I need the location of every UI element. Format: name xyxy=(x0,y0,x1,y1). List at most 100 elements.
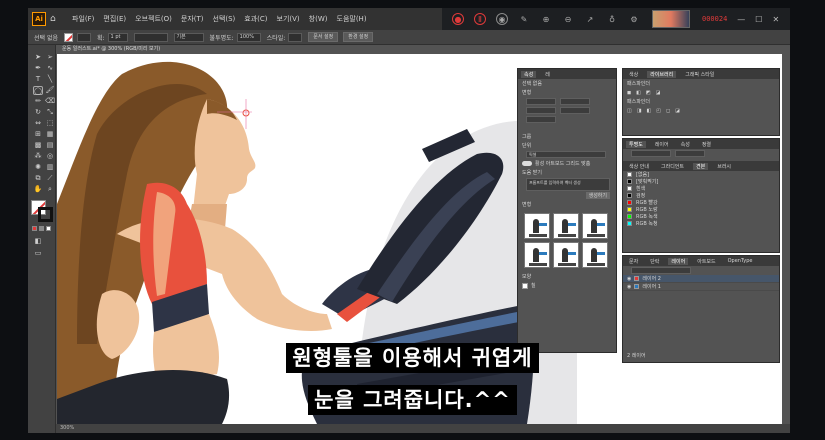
menu-object[interactable]: 오브젝트(O) xyxy=(135,14,172,24)
tab-paragraph[interactable]: 단락 xyxy=(647,258,662,265)
fill-dropdown[interactable] xyxy=(77,32,91,42)
slice-tool-icon[interactable]: ⟋ xyxy=(45,174,55,183)
zoom-level[interactable]: 300% xyxy=(60,425,74,431)
stroke-color-icon[interactable] xyxy=(38,207,53,222)
pencil-icon[interactable]: ✎ xyxy=(518,13,530,25)
swatch-item[interactable]: RGB 노랑 xyxy=(623,206,779,213)
divide-icon[interactable]: ◫ xyxy=(627,108,632,114)
document-setup-button[interactable]: 문서 설정 xyxy=(308,32,339,42)
menu-type[interactable]: 문자(T) xyxy=(181,14,204,24)
tab-transparency[interactable]: 투명도 xyxy=(626,140,646,148)
menu-edit[interactable]: 편집(E) xyxy=(103,14,126,24)
y-field[interactable] xyxy=(560,98,590,105)
grid-toggle[interactable] xyxy=(522,161,532,166)
tab-layers[interactable]: 레이어 xyxy=(668,257,689,265)
menu-select[interactable]: 선택(S) xyxy=(213,14,236,24)
color-mode-icon[interactable] xyxy=(32,226,37,231)
mesh-tool-icon[interactable]: ▩ xyxy=(33,141,43,150)
tab-opentype[interactable]: OpenType xyxy=(725,258,756,264)
camera-icon[interactable]: ◉ xyxy=(496,13,508,25)
tab-gradient[interactable]: 그라디언트 xyxy=(658,163,687,170)
zoom-in-icon[interactable]: ⊕ xyxy=(540,13,552,25)
width-tool-icon[interactable]: ⇔ xyxy=(33,119,43,128)
settings-icon[interactable]: ⚙ xyxy=(628,13,640,25)
document-tab[interactable]: 운동 일러스트.ai* @ 300% (RGB/미리 보기) xyxy=(56,45,167,54)
close-icon[interactable]: ✕ xyxy=(772,15,779,24)
artboard-tool-icon[interactable]: ⧉ xyxy=(33,174,43,183)
eraser-tool-icon[interactable]: ⌫ xyxy=(45,97,55,106)
intersect-icon[interactable]: ◩ xyxy=(646,90,651,96)
eye-icon[interactable]: ◉ xyxy=(627,284,631,290)
graph-tool-icon[interactable]: ▥ xyxy=(45,163,55,172)
scale-tool-icon[interactable]: ⤡ xyxy=(45,108,55,117)
fill-stroke-widget[interactable] xyxy=(31,200,53,222)
none-mode-icon[interactable] xyxy=(46,226,51,231)
layer-row[interactable]: ◉ 레이어 1 xyxy=(623,283,779,291)
direct-selection-tool-icon[interactable]: ➢ xyxy=(45,53,55,62)
zoom-tool-icon[interactable]: ⌕ xyxy=(45,185,55,194)
hand-tool-icon[interactable]: ✋ xyxy=(33,185,43,194)
tab-libraries[interactable]: 라이브러리 xyxy=(647,70,677,78)
angle-field[interactable] xyxy=(526,116,556,123)
curvature-tool-icon[interactable]: ∿ xyxy=(45,64,55,73)
tab-attributes[interactable]: 속성 xyxy=(678,141,693,148)
eye-icon[interactable]: ◉ xyxy=(627,276,631,282)
merge-icon[interactable]: ◧ xyxy=(646,108,651,114)
free-transform-tool-icon[interactable]: ⬚ xyxy=(45,119,55,128)
variable-width-dropdown[interactable] xyxy=(133,32,168,42)
ellipse-tool-icon[interactable]: ◯ xyxy=(33,86,43,95)
minus-back-icon[interactable]: ◪ xyxy=(675,108,680,114)
zoom-out-icon[interactable]: ⊖ xyxy=(562,13,574,25)
prompt-input[interactable]: 프롬프트를 입력하여 벡터 생성 xyxy=(526,177,610,191)
line-tool-icon[interactable]: ╲ xyxy=(45,75,55,84)
swatch-item[interactable]: 흰색 xyxy=(623,185,779,192)
tab-graphic-styles[interactable]: 그래픽 스타일 xyxy=(682,71,717,78)
record-stop-icon[interactable]: ● xyxy=(452,13,464,25)
tab-artboards[interactable]: 아트보드 xyxy=(694,258,718,265)
minus-front-icon[interactable]: ◧ xyxy=(636,90,641,96)
shape-builder-tool-icon[interactable]: ⊞ xyxy=(33,130,43,139)
home-icon[interactable]: ⌂ xyxy=(50,14,60,24)
menu-effect[interactable]: 효과(C) xyxy=(244,14,267,24)
unit-dropdown[interactable]: 픽셀 xyxy=(526,151,606,158)
tab-color[interactable]: 색상 xyxy=(626,71,641,78)
tab-character[interactable]: 문자 xyxy=(626,258,641,265)
variation-thumb[interactable] xyxy=(582,213,608,239)
swatch-item[interactable]: RGB 빨강 xyxy=(623,199,779,206)
swatch-item[interactable]: RGB 녹색 xyxy=(623,213,779,220)
paint-icon[interactable]: ♁ xyxy=(606,13,618,25)
h-field[interactable] xyxy=(560,107,590,114)
tab-color-guide[interactable]: 색상 안내 xyxy=(626,163,652,170)
w-field[interactable] xyxy=(526,107,556,114)
cursor-icon[interactable]: ↗ xyxy=(584,13,596,25)
blend-tool-icon[interactable]: ◎ xyxy=(45,152,55,161)
tab-swatches[interactable]: 견본 xyxy=(693,162,709,170)
variation-thumb[interactable] xyxy=(524,242,550,268)
fill-swatch[interactable] xyxy=(64,32,73,42)
stroke-weight-field[interactable]: 1 pt xyxy=(107,32,128,42)
type-tool-icon[interactable]: T xyxy=(33,75,43,84)
tab-properties[interactable]: 속성 xyxy=(521,70,537,78)
draw-mode-icon[interactable]: ◧ xyxy=(33,237,43,246)
trim-icon[interactable]: ◨ xyxy=(637,108,642,114)
variation-thumb[interactable] xyxy=(524,213,550,239)
crop-icon[interactable]: ◰ xyxy=(656,108,661,114)
tab-layers-short[interactable]: 레 xyxy=(542,71,553,78)
layer-row[interactable]: ◉ 레이어 2 xyxy=(623,275,779,283)
x-field[interactable] xyxy=(526,98,556,105)
maximize-icon[interactable]: ☐ xyxy=(755,15,762,24)
pencil-tool-icon[interactable]: ✏ xyxy=(33,97,43,106)
paintbrush-tool-icon[interactable]: 🖌 xyxy=(45,86,55,95)
tab-layers-2[interactable]: 레이어 xyxy=(652,141,672,148)
menu-help[interactable]: 도움말(H) xyxy=(337,14,367,24)
variation-thumb[interactable] xyxy=(582,242,608,268)
layers-search-input[interactable] xyxy=(631,267,691,274)
blend-mode-dropdown[interactable] xyxy=(631,150,671,157)
pen-tool-icon[interactable]: ✒ xyxy=(33,64,43,73)
brush-style-dropdown[interactable]: 기본 xyxy=(173,32,204,42)
graphic-style-dropdown[interactable] xyxy=(288,32,303,42)
eyedropper-tool-icon[interactable]: ⁂ xyxy=(33,152,43,161)
transparency-opacity-field[interactable] xyxy=(675,150,705,157)
opacity-field[interactable]: 100% xyxy=(236,32,261,42)
swatch-item[interactable]: RGB 녹청 xyxy=(623,220,779,227)
